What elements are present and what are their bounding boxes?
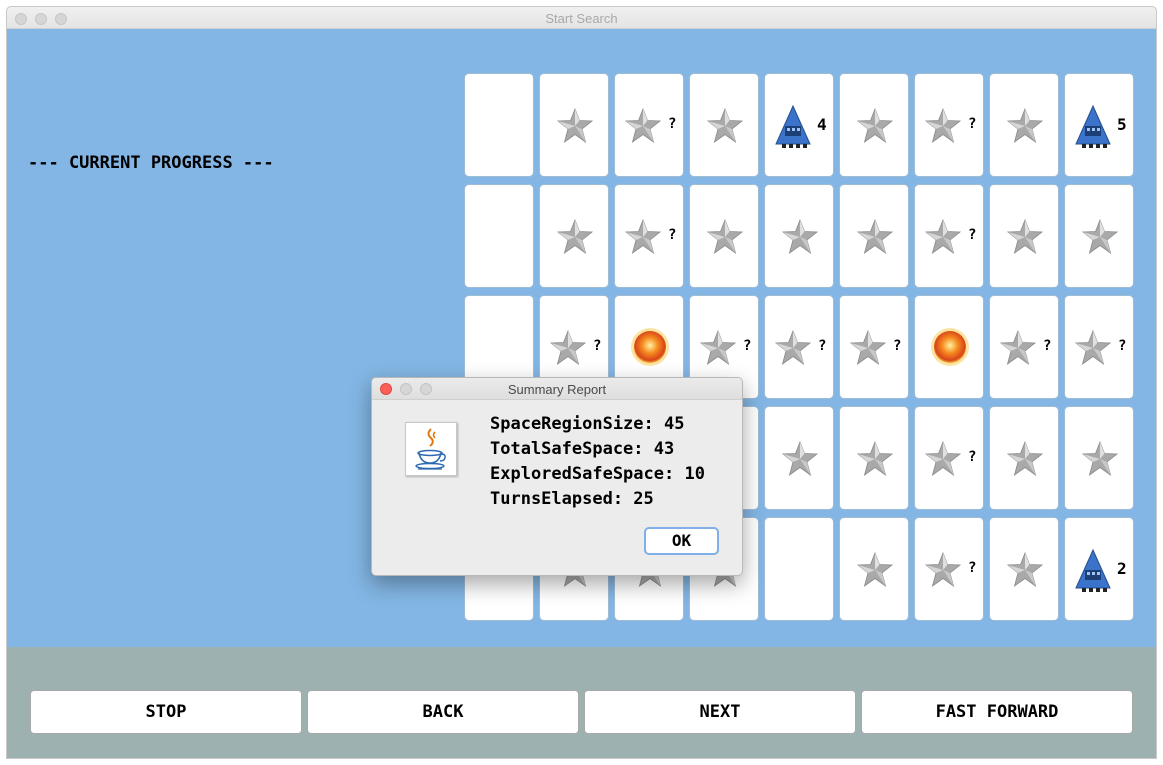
fast-forward-button[interactable]: FAST FORWARD <box>861 690 1133 734</box>
turns-elapsed: TurnsElapsed: 25 <box>490 489 654 509</box>
silver-star-icon <box>1075 330 1111 365</box>
stop-button[interactable]: STOP <box>30 690 302 734</box>
silver-star-icon <box>1007 219 1043 254</box>
grid-cell: ? <box>914 517 984 621</box>
back-button[interactable]: BACK <box>307 690 579 734</box>
explored-safe-space: ExploredSafeSpace: 10 <box>490 464 705 484</box>
silver-star-icon <box>782 219 818 254</box>
unknown-mark: ? <box>893 338 902 354</box>
silver-star-icon <box>625 108 661 143</box>
current-progress-label: --- CURRENT PROGRESS --- <box>28 153 274 173</box>
grid-cell: ? <box>989 295 1059 399</box>
silver-star-icon <box>1000 330 1036 365</box>
spaceship-icon <box>1075 104 1111 148</box>
grid-cell: 5 <box>1064 73 1134 177</box>
grid-cell <box>839 517 909 621</box>
ok-button[interactable]: OK <box>644 527 719 555</box>
title-bar: Start Search <box>7 7 1156 29</box>
unknown-mark: ? <box>968 116 977 132</box>
grid-cell <box>989 517 1059 621</box>
silver-star-icon <box>557 108 593 143</box>
silver-star-icon <box>925 219 961 254</box>
grid-cell: 2 <box>1064 517 1134 621</box>
ship-count: 5 <box>1117 115 1127 134</box>
unknown-mark: ? <box>668 116 677 132</box>
java-cup-icon <box>405 422 457 476</box>
unknown-mark: ? <box>1043 338 1052 354</box>
grid-cell: ? <box>1064 295 1134 399</box>
spaceship-icon <box>1075 548 1111 592</box>
silver-star-icon <box>625 219 661 254</box>
silver-star-icon <box>1007 552 1043 587</box>
silver-star-icon <box>782 441 818 476</box>
grid-cell: ? <box>614 184 684 288</box>
grid-cell: ? <box>839 295 909 399</box>
silver-star-icon <box>857 219 893 254</box>
summary-report-dialog: Summary Report SpaceRegionSize: 45 Total… <box>371 377 743 576</box>
next-button[interactable]: NEXT <box>584 690 856 734</box>
silver-star-icon <box>550 330 586 365</box>
grid-cell: 4 <box>764 73 834 177</box>
grid-cell <box>764 406 834 510</box>
silver-star-icon <box>557 219 593 254</box>
silver-star-icon <box>1082 441 1118 476</box>
sun-icon <box>631 328 669 366</box>
grid-cell <box>989 184 1059 288</box>
control-panel: STOP BACK NEXT FAST FORWARD <box>7 647 1156 758</box>
spaceship-icon <box>775 104 811 148</box>
grid-cell: ? <box>914 73 984 177</box>
grid-cell: ? <box>764 295 834 399</box>
report-text: SpaceRegionSize: 45 TotalSafeSpace: 43 E… <box>490 412 705 512</box>
grid-cell: ? <box>914 184 984 288</box>
unknown-mark: ? <box>593 338 602 354</box>
grid-cell <box>839 73 909 177</box>
grid-cell <box>839 406 909 510</box>
ship-count: 2 <box>1117 559 1127 578</box>
silver-star-icon <box>1007 441 1043 476</box>
ship-count: 4 <box>817 115 827 134</box>
silver-star-icon <box>857 108 893 143</box>
grid-cell <box>1064 184 1134 288</box>
dialog-title: Summary Report <box>507 382 607 397</box>
unknown-mark: ? <box>968 560 977 576</box>
grid-cell <box>839 184 909 288</box>
grid-cell <box>989 406 1059 510</box>
grid-cell <box>464 73 534 177</box>
silver-star-icon <box>707 108 743 143</box>
grid-cell <box>539 73 609 177</box>
silver-star-icon <box>850 330 886 365</box>
grid-cell <box>914 295 984 399</box>
silver-star-icon <box>857 441 893 476</box>
total-safe-space: TotalSafeSpace: 43 <box>490 439 675 459</box>
unknown-mark: ? <box>1118 338 1127 354</box>
space-region-size: SpaceRegionSize: 45 <box>490 414 685 434</box>
grid-cell <box>464 184 534 288</box>
silver-star-icon <box>925 552 961 587</box>
grid-cell: ? <box>614 73 684 177</box>
silver-star-icon <box>707 219 743 254</box>
silver-star-icon <box>857 552 893 587</box>
silver-star-icon <box>925 108 961 143</box>
unknown-mark: ? <box>743 338 752 354</box>
grid-cell <box>764 517 834 621</box>
sun-icon <box>931 328 969 366</box>
grid-cell <box>539 184 609 288</box>
grid-cell <box>689 184 759 288</box>
grid-cell <box>989 73 1059 177</box>
unknown-mark: ? <box>968 449 977 465</box>
grid-cell: ? <box>914 406 984 510</box>
window-title: Start Search <box>545 11 618 26</box>
dialog-title-bar: Summary Report <box>372 378 742 400</box>
silver-star-icon <box>1082 219 1118 254</box>
unknown-mark: ? <box>968 227 977 243</box>
silver-star-icon <box>1007 108 1043 143</box>
unknown-mark: ? <box>818 338 827 354</box>
grid-cell <box>764 184 834 288</box>
grid-cell <box>689 73 759 177</box>
silver-star-icon <box>925 441 961 476</box>
silver-star-icon <box>775 330 811 365</box>
grid-cell <box>1064 406 1134 510</box>
unknown-mark: ? <box>668 227 677 243</box>
silver-star-icon <box>700 330 736 365</box>
